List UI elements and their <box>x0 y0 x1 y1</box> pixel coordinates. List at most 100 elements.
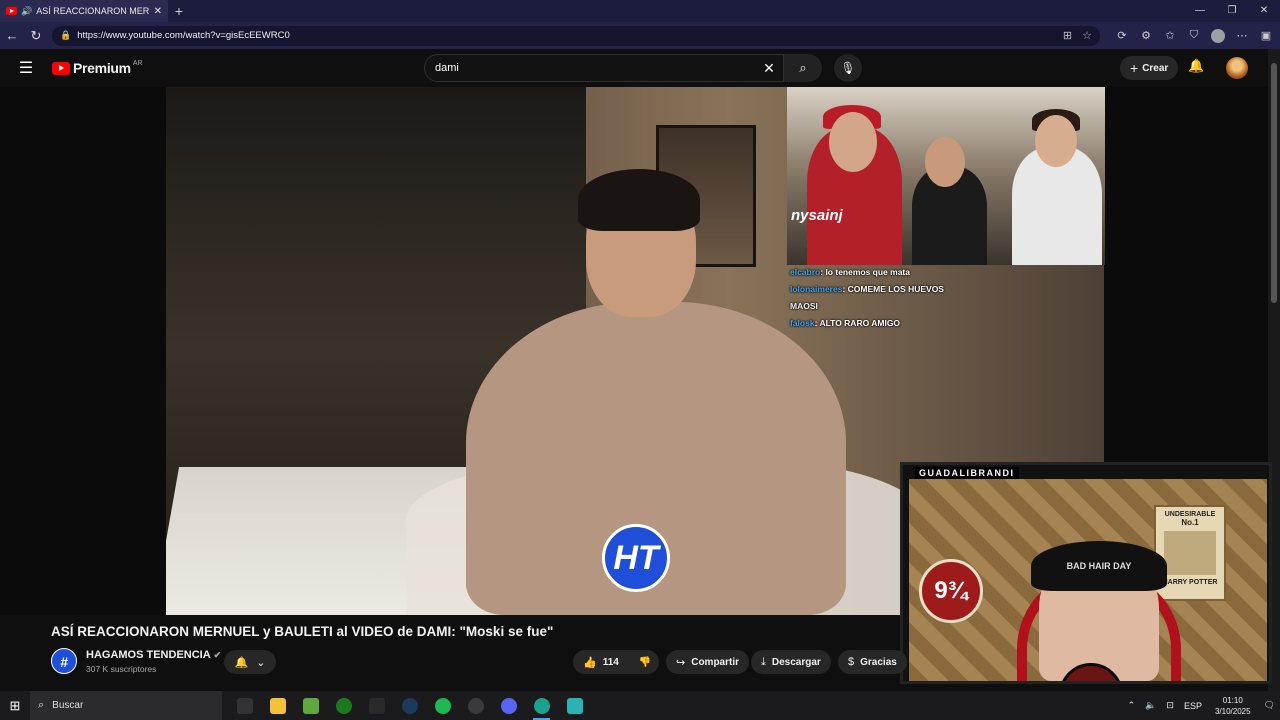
tab-title: ASÍ REACCIONARON MERNUEL <box>36 6 150 16</box>
obs-icon[interactable] <box>459 691 492 720</box>
youtube-logo[interactable]: Premium AR <box>52 60 143 76</box>
streamer-webcam-frame: 9¾ UNDESIRABLE No.1 HARRY POTTER BAD HAI… <box>909 479 1267 681</box>
app-available-icon[interactable]: ⊞ <box>1063 29 1072 42</box>
volume-icon[interactable]: 🔈 <box>1145 700 1156 711</box>
app-f-icon[interactable] <box>558 691 591 720</box>
window-controls: — ❐ ✕ <box>1184 0 1280 22</box>
download-button[interactable]: ⤓ Descargar <box>751 650 831 674</box>
steam-icon[interactable] <box>393 691 426 720</box>
bell-icon: 🔔 <box>234 656 249 669</box>
notifications-icon[interactable]: 🗨 <box>1264 700 1275 711</box>
taskbar-apps <box>228 691 591 720</box>
share-icon: ↪ <box>676 656 686 669</box>
search-value: dami <box>435 62 459 74</box>
like-count[interactable]: 114 <box>603 657 619 668</box>
voice-search-button[interactable]: 🎙 <box>834 54 862 82</box>
spotify-icon[interactable] <box>426 691 459 720</box>
speaker-icon[interactable]: 🔊 <box>21 6 32 17</box>
shield-icon[interactable]: ⛉ <box>1182 29 1206 42</box>
favorites-icon[interactable]: ✩ <box>1158 29 1182 42</box>
video-title: ASÍ REACCIONARON MERNUEL y BAULETI al VI… <box>51 624 554 639</box>
close-tab-icon[interactable]: ✕ <box>154 6 162 17</box>
extensions-bar: ⟳ ⚙ ✩ ⛉ ⋯ ▣ <box>1110 28 1278 43</box>
favorite-star-icon[interactable]: ☆ <box>1082 29 1092 42</box>
thanks-label: Gracias <box>860 656 897 668</box>
create-button[interactable]: + Crear <box>1120 56 1179 80</box>
search-input[interactable]: dami ✕ <box>424 54 784 82</box>
minimize-icon[interactable]: — <box>1184 0 1216 22</box>
notifications-bell-icon[interactable]: 🔔 <box>1188 58 1204 74</box>
shirt-brand-text: nysainj <box>791 207 843 224</box>
platform-sign: 9¾ <box>919 559 983 623</box>
scrollbar-thumb[interactable] <box>1271 63 1277 303</box>
extension-icon[interactable]: ⚙ <box>1134 29 1158 42</box>
edge-icon[interactable] <box>525 691 558 720</box>
address-bar[interactable]: 🔒 https://www.youtube.com/watch?v=gisEcE… <box>52 25 1100 46</box>
youtube-header: ☰ Premium AR dami ✕ ⌕ 🎙 + Crear 🔔 <box>0 49 1268 87</box>
search-icon: ⌕ <box>38 699 45 711</box>
like-icon[interactable]: 👍 <box>583 656 597 669</box>
create-label: Crear <box>1142 62 1169 74</box>
download-icon: ⤓ <box>761 655 766 668</box>
cam-person-3-head <box>1035 115 1077 167</box>
account-avatar[interactable] <box>1226 57 1248 79</box>
chat-message: lolonaimeres: COMEME LOS HUEVOS <box>790 284 944 294</box>
page-bottom-edge <box>0 684 1268 691</box>
logo-text: Premium <box>73 60 131 76</box>
streamer-name-tag: GUADALIBRANDI <box>915 467 1019 479</box>
chat-message: elcabro: lo tenemos que mata <box>790 267 910 277</box>
video-person-hair <box>578 169 700 231</box>
language-indicator[interactable]: ESP <box>1184 701 1202 711</box>
share-button[interactable]: ↪ Compartir <box>666 650 750 674</box>
epic-games-icon[interactable] <box>360 691 393 720</box>
taskbar-search-label: Buscar <box>52 700 84 711</box>
discord-icon[interactable] <box>492 691 525 720</box>
file-explorer-icon[interactable] <box>261 691 294 720</box>
dislike-icon[interactable]: 👎 <box>639 657 651 668</box>
reaction-cam-overlay: nysainj <box>787 87 1105 265</box>
browser-toolbar: ← ↻ 🔒 https://www.youtube.com/watch?v=gi… <box>0 22 1280 49</box>
back-icon[interactable]: ← <box>0 28 24 43</box>
subscription-notify-button[interactable]: 🔔 ⌄ <box>224 650 276 674</box>
tray-chevron-icon[interactable]: ⌃ <box>1128 700 1136 711</box>
windows-start-icon[interactable]: ⊞ <box>0 698 30 714</box>
network-icon[interactable]: ⊡ <box>1166 700 1174 711</box>
xbox-icon[interactable] <box>327 691 360 720</box>
minecraft-icon[interactable] <box>294 691 327 720</box>
refresh-extension-icon[interactable]: ⟳ <box>1110 29 1134 42</box>
reload-icon[interactable]: ↻ <box>24 28 48 44</box>
profile-avatar[interactable] <box>1211 28 1225 43</box>
more-menu-icon[interactable]: ⋯ <box>1230 29 1254 42</box>
taskbar-clock[interactable]: 01:10 3/10/2025 <box>1215 695 1251 717</box>
close-window-icon[interactable]: ✕ <box>1248 0 1280 22</box>
task-view-icon[interactable] <box>228 691 261 720</box>
lock-icon[interactable]: 🔒 <box>60 30 71 41</box>
thanks-icon: $ <box>848 656 855 668</box>
microphone-icon: 🎙 <box>840 61 856 75</box>
streamer-beanie: BAD HAIR DAY <box>1031 541 1167 591</box>
verified-icon: ✔ <box>213 650 222 660</box>
clear-search-icon[interactable]: ✕ <box>755 60 783 77</box>
system-tray: ⌃ 🔈 ⊡ ESP 01:10 3/10/2025 🗨 <box>1123 691 1280 720</box>
share-label: Compartir <box>691 656 740 668</box>
thanks-button[interactable]: $ Gracias <box>838 650 907 674</box>
sidebar-toggle-icon[interactable]: ▣ <box>1254 29 1278 42</box>
search-icon: ⌕ <box>799 60 807 75</box>
channel-name[interactable]: HAGAMOS TENDENCIA ✔ <box>86 649 221 661</box>
chevron-down-icon: ⌄ <box>256 656 266 669</box>
new-tab-button[interactable]: + <box>168 3 190 19</box>
channel-watermark-logo: HT <box>602 524 670 592</box>
browser-tab[interactable]: 🔊 ASÍ REACCIONARON MERNUEL ✕ <box>0 0 168 22</box>
chat-message: MAOSI <box>790 301 818 311</box>
channel-avatar[interactable]: # <box>51 648 77 674</box>
taskbar-search[interactable]: ⌕ Buscar <box>30 691 222 720</box>
menu-hamburger-icon[interactable]: ☰ <box>0 58 52 78</box>
plus-icon: + <box>1130 60 1139 76</box>
download-label: Descargar <box>771 656 821 668</box>
restore-icon[interactable]: ❐ <box>1216 0 1248 22</box>
search-button[interactable]: ⌕ <box>784 54 822 82</box>
like-dislike-group: 👍 114 👎 <box>573 650 659 674</box>
windows-taskbar: ⊞ ⌕ Buscar ⌃ 🔈 ⊡ ESP 01:10 3/10/2025 🗨 <box>0 691 1280 720</box>
stream-chat-overlay: elcabro: lo tenemos que mata lolonaimere… <box>790 264 970 332</box>
streamer-webcam-overlay: GUADALIBRANDI 9¾ UNDESIRABLE No.1 HARRY … <box>900 462 1272 684</box>
